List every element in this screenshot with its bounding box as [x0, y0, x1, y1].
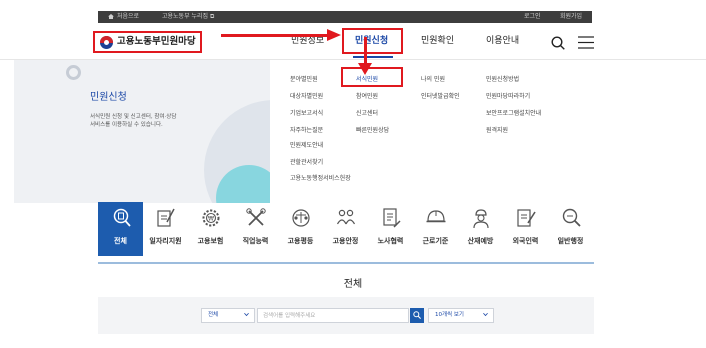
category-foreign-workforce[interactable]: 외국인력 — [503, 202, 548, 256]
page-size-value: 10개씩 보기 — [435, 312, 464, 318]
submenu-highlight-box — [341, 67, 403, 87]
category-employment-stability[interactable]: 고용안정 — [323, 202, 368, 256]
category-vocational-skills[interactable]: 직업능력 — [233, 202, 278, 256]
chevron-down-icon — [244, 312, 249, 317]
submenu-item-my-complaints[interactable]: 나의 민원 — [421, 75, 445, 84]
gear-won-icon: ₩ — [202, 209, 220, 227]
pen-paper-icon — [157, 208, 175, 227]
taegeuk-emblem-icon — [100, 36, 113, 49]
search-icon[interactable] — [551, 36, 565, 50]
search-icon — [413, 311, 421, 319]
category-employment-equality[interactable]: 고용평등 — [278, 202, 323, 256]
page-size-select[interactable]: 10개씩 보기 — [428, 308, 494, 323]
category-filter-value: 전체 — [208, 312, 219, 318]
annotation-arrow-right — [221, 34, 329, 37]
nav-complaint-check[interactable]: 민원확인 — [421, 35, 454, 47]
svg-text:₩: ₩ — [208, 215, 214, 222]
chevron-down-icon — [483, 312, 488, 317]
home-icon — [108, 13, 114, 19]
category-labor-standards[interactable]: 근로기준 — [413, 202, 458, 256]
submenu-item-by-field[interactable]: 분야별민원 — [290, 75, 318, 84]
category-employment-insurance[interactable]: ₩ 고용보험 — [188, 202, 233, 256]
submenu-item-report-center[interactable]: 신고센터 — [356, 109, 378, 118]
panel-title: 민원신청 — [90, 92, 127, 103]
search-button[interactable] — [410, 308, 424, 323]
submenu-item-issue-verify[interactable]: 인터넷발급확인 — [421, 92, 460, 101]
panel-description-line1: 서식민원 신청 및 신고센터, 참여·상담 — [90, 114, 177, 120]
edit-doc-icon — [517, 209, 536, 227]
submenu-item-faq[interactable]: 자주하는질문 — [290, 126, 323, 135]
balance-icon — [292, 209, 310, 227]
category-divider — [98, 262, 594, 264]
nav-active-underline — [353, 56, 393, 58]
submenu-item-service-charter[interactable]: 고용노동행정서비스헌장 — [290, 174, 351, 183]
submenu-item-remote-support[interactable]: 원격지원 — [486, 126, 508, 135]
nav-usage-guide[interactable]: 이용안내 — [486, 35, 519, 47]
hamburger-menu-icon[interactable] — [578, 36, 594, 49]
category-labor-cooperation[interactable]: 노사협력 — [368, 202, 413, 256]
submenu-item-find-office[interactable]: 관할관서찾기 — [290, 158, 323, 167]
search-input[interactable] — [257, 308, 409, 323]
utility-bar: 처음으로 고용노동부 누리집 ⧉ 로그인 회원가입 — [98, 11, 592, 23]
magnifier-icon — [562, 208, 581, 227]
page-title: 전체 — [343, 279, 363, 290]
tools-icon — [246, 208, 266, 226]
category-job-support[interactable]: 일자리지원 — [143, 202, 188, 256]
nav-highlight-box — [342, 28, 403, 54]
people-icon — [336, 209, 356, 225]
home-label: 처음으로 — [117, 13, 140, 20]
site-logo[interactable]: 고용노동부민원마당 — [93, 31, 202, 53]
category-general-admin[interactable]: 일반행정 — [548, 202, 593, 256]
panel-description-line2: 서비스를 이용하실 수 있습니다. — [90, 122, 163, 128]
submenu-item-walkthrough[interactable]: 민원마당따라하기 — [486, 92, 530, 101]
submenu-item-security-install[interactable]: 보안프로그램설치안내 — [486, 109, 541, 118]
category-accident-prevention[interactable]: 산재예방 — [458, 202, 503, 256]
submenu-item-quick-consult[interactable]: 빠른민원상담 — [356, 126, 389, 135]
submenu-item-company-forms[interactable]: 기업보고서식 — [290, 109, 323, 118]
ministry-site-link[interactable]: 고용노동부 누리집 ⧉ — [162, 11, 214, 23]
worker-icon — [473, 209, 489, 229]
megamenu-intro-panel: 민원신청 서식민원 신청 및 신고센터, 참여·상담 서비스를 이용하실 수 있… — [14, 60, 270, 203]
category-all[interactable]: 전체 — [98, 202, 143, 256]
search-doc-icon — [113, 208, 131, 227]
submenu-item-participation[interactable]: 참여민원 — [356, 92, 378, 101]
category-filter-select[interactable]: 전체 — [201, 308, 255, 323]
decorative-ring — [66, 65, 81, 80]
annotation-arrowhead-right — [327, 29, 341, 41]
helmet-icon — [426, 210, 446, 223]
annotation-arrow-down — [364, 37, 367, 65]
logo-text: 고용노동부민원마당 — [117, 36, 196, 47]
home-link[interactable]: 처음으로 — [108, 11, 139, 23]
submenu-item-by-target[interactable]: 대상자별민원 — [290, 92, 323, 101]
submenu-item-system-guide[interactable]: 민원제도안내 — [290, 141, 323, 150]
submenu-item-how-to-apply[interactable]: 민원신청방법 — [486, 75, 519, 84]
login-link[interactable]: 로그인 — [524, 11, 541, 23]
category-label: 일반행정 — [557, 237, 584, 245]
document-icon — [383, 208, 401, 228]
category-bar: 전체 일자리지원 ₩ 고용보험 직업능력 고용평등 고용안정 노사협력 근로기준… — [98, 202, 594, 256]
join-link[interactable]: 회원가입 — [560, 11, 582, 23]
